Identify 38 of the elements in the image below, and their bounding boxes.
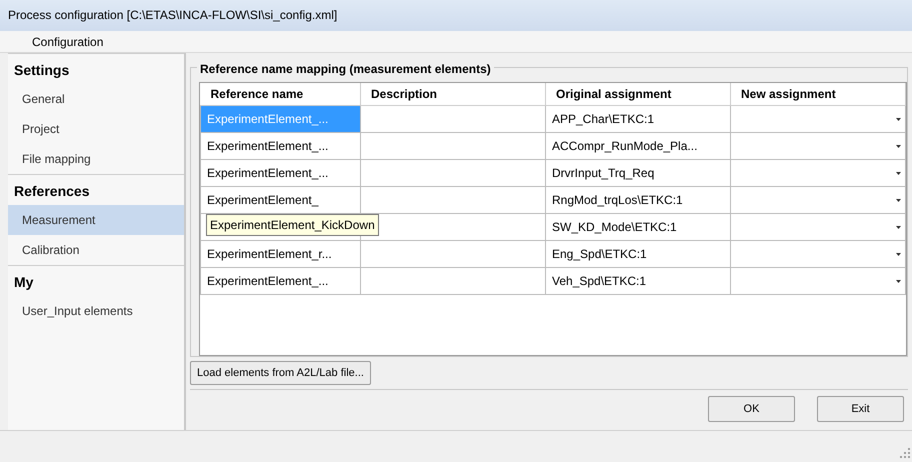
column-header: Reference name <box>200 83 360 106</box>
dropdown-arrow-icon <box>896 280 901 282</box>
dropdown-arrow-icon <box>896 144 901 148</box>
table-cell: Veh_Spd\ETKC:1 <box>546 268 730 294</box>
dropdown-arrow-icon <box>896 118 901 120</box>
column-header: Description <box>360 83 546 106</box>
dropdown-arrow-icon <box>896 226 901 228</box>
menu-item[interactable]: Configuration <box>28 33 108 52</box>
table-cell: APP_Char\ETKC:1 <box>546 106 730 132</box>
window-title: Process configuration [C:\ETAS\INCA-FLOW\SI\si_config.xml] <box>8 7 338 24</box>
column-header: New assignment <box>730 83 906 106</box>
table-cell: ExperimentElement_... <box>200 132 360 160</box>
sidebar-item[interactable]: Measurement <box>8 205 184 235</box>
load-elements-button[interactable]: Load elements from A2L/Lab file... <box>190 361 371 385</box>
section-title: Settings <box>8 53 184 84</box>
sidebar-item[interactable]: Calibration <box>8 235 184 265</box>
sidebar-item[interactable]: User_Input elements <box>8 296 184 326</box>
resize-grip-icon <box>900 448 910 458</box>
tooltip: ExperimentElement_KickDown <box>206 214 379 236</box>
dropdown-arrow-icon <box>896 198 901 202</box>
sidebar-item[interactable]: File mapping <box>8 144 184 174</box>
dialog-button[interactable]: OK <box>708 396 795 422</box>
dropdown-arrow-icon <box>896 252 901 256</box>
column-header: Original assignment <box>546 83 730 106</box>
sidebar-item[interactable]: Project <box>8 114 184 144</box>
sidebar-item[interactable]: General <box>8 84 184 114</box>
table-cell: DrvrInput_Trq_Req <box>546 160 730 186</box>
table-cell: ExperimentElement_r... <box>200 240 360 268</box>
section-title: My <box>8 265 184 296</box>
dropdown-arrow-icon <box>896 172 901 174</box>
dialog-button[interactable]: Exit <box>817 396 904 422</box>
table-cell: Eng_Spd\ETKC:1 <box>546 240 730 268</box>
table-cell: RngMod_trqLos\ETKC:1 <box>546 186 730 214</box>
table-cell: ExperimentElement_... <box>200 106 360 132</box>
table-cell: ACCompr_RunMode_Pla... <box>546 132 730 160</box>
table-cell: SW_KD_Mode\ETKC:1 <box>546 214 730 240</box>
table-cell: ExperimentElement_... <box>200 268 360 294</box>
table-cell: ExperimentElement_... <box>200 160 360 186</box>
